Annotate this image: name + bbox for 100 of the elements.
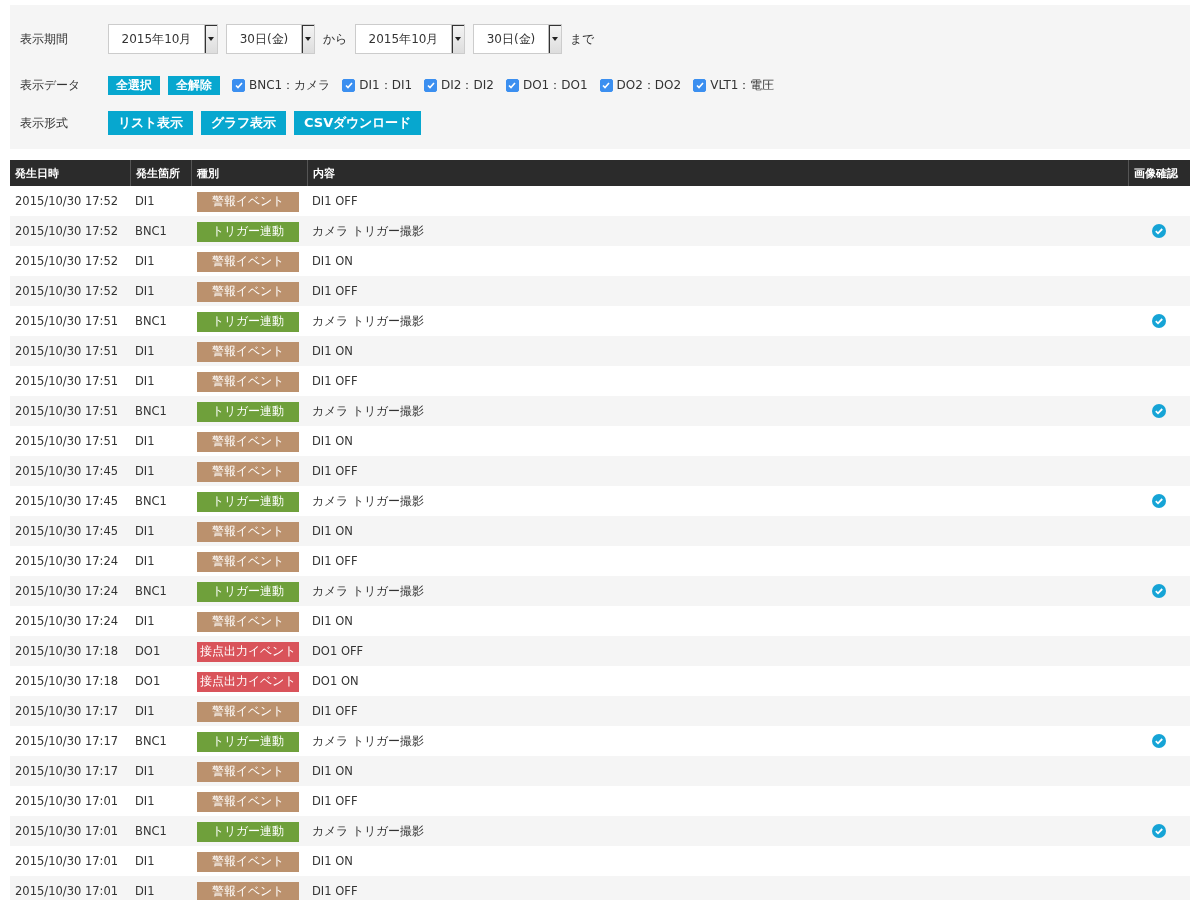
checkbox-label: BNC1：カメラ [249,76,331,94]
place-cell-text: DO1 [134,674,162,688]
check-circle-icon[interactable] [1152,734,1166,748]
checkbox[interactable] [424,78,438,92]
month-select[interactable]: 2015年10月 [108,24,218,54]
list-view-button[interactable]: リスト表示 [108,111,193,135]
content-cell-text: DI1 OFF [311,464,359,478]
event-type-tag: 警報イベント [197,431,299,452]
place-cell-text: DI1 [134,254,156,268]
checkmark-icon [426,81,435,89]
check-circle-icon[interactable] [1152,224,1166,238]
content-cell-text: DI1 ON [311,764,354,778]
check-circle-icon[interactable] [1152,494,1166,508]
place-cell-text: BNC1 [134,734,168,748]
checkmark-icon [508,81,517,89]
event-type-tag: 接点出力イベント [197,641,299,662]
format-label: 表示形式 [20,114,69,132]
checkbox[interactable] [342,78,356,92]
place-cell-text: DI1 [134,794,156,808]
content-cell-text: カメラ トリガー撮影 [311,223,425,239]
place-cell-text: DI1 [134,434,156,448]
csv-download-button[interactable]: CSVダウンロード [294,111,422,135]
period-label: 表示期間 [20,30,69,48]
time-cell-text: 2015/10/30 17:52 [14,224,120,238]
check-circle-icon[interactable] [1152,314,1166,328]
time-cell-text: 2015/10/30 17:45 [14,464,120,478]
event-type-tag: 警報イベント [197,251,299,272]
check-circle-icon[interactable] [1152,824,1166,838]
time-cell-text: 2015/10/30 17:52 [14,254,120,268]
content-cell-text: DI1 ON [311,254,354,268]
event-type-tag: トリガー連動 [197,731,299,752]
check-circle-icon[interactable] [1152,584,1166,598]
caret-icon [455,37,461,41]
content-cell-text: DI1 ON [311,614,354,628]
event-type-tag: 警報イベント [197,281,299,302]
place-cell-text: DO1 [134,644,162,658]
place-cell-text: DI1 [134,464,156,478]
data-label: 表示データ [20,76,81,94]
content-cell-text: DI1 OFF [311,554,359,568]
time-cell-text: 2015/10/30 17:51 [14,344,120,358]
time-cell-text: 2015/10/30 17:17 [14,764,120,778]
month-select[interactable]: 2015年10月 [355,24,465,54]
checkmark-icon [344,81,353,89]
place-cell-text: DI1 [134,764,156,778]
checkbox[interactable] [599,78,613,92]
content-cell-text: DI1 ON [311,344,354,358]
event-type-tag: トリガー連動 [197,401,299,422]
from-text: から [323,30,347,48]
place-cell-text: BNC1 [134,224,168,238]
place-cell-text: DI1 [134,554,156,568]
checkmark-icon [234,81,243,89]
content-cell-text: DI1 OFF [311,794,359,808]
checkbox[interactable] [505,78,519,92]
place-cell-text: DI1 [134,614,156,628]
place-cell-text: DI1 [134,524,156,538]
clear-all-button[interactable]: 全解除 [168,75,220,95]
caret-icon [208,37,214,41]
event-type-tag: トリガー連動 [197,221,299,242]
checkmark-icon [695,81,704,89]
graph-view-button[interactable]: グラフ表示 [201,111,286,135]
checkbox[interactable] [232,78,245,92]
place-cell-text: BNC1 [134,314,168,328]
place-cell-text: BNC1 [134,824,168,838]
until-text: まで [570,30,594,48]
event-type-tag: 警報イベント [197,461,299,482]
place-cell-text: DI1 [134,374,156,388]
place-cell-text: BNC1 [134,494,168,508]
event-type-tag: 警報イベント [197,701,299,722]
place-cell-text: DI1 [134,704,156,718]
time-cell-text: 2015/10/30 17:18 [14,644,120,658]
content-cell-text: カメラ トリガー撮影 [311,313,425,329]
checkbox-label: DO1：DO1 [522,76,588,94]
event-type-tag: 警報イベント [197,761,299,782]
event-type-tag: 接点出力イベント [197,671,299,692]
day-select[interactable]: 30日(金) [473,24,562,54]
checkbox[interactable] [693,78,707,92]
time-cell-text: 2015/10/30 17:52 [14,194,120,208]
event-type-tag: 警報イベント [197,791,299,812]
time-cell-text: 2015/10/30 17:17 [14,704,120,718]
content-cell-text: DI1 OFF [311,284,359,298]
event-type-tag: 警報イベント [197,881,299,900]
check-circle-icon[interactable] [1152,404,1166,418]
day-select[interactable]: 30日(金) [226,24,315,54]
event-type-tag: 警報イベント [197,371,299,392]
time-cell-text: 2015/10/30 17:24 [14,584,120,598]
caret-icon [305,37,311,41]
time-cell-text: 2015/10/30 17:01 [14,794,120,808]
checkmark-icon [602,81,611,89]
event-type-tag: トリガー連動 [197,821,299,842]
time-cell-text: 2015/10/30 17:24 [14,554,120,568]
content-cell-text: カメラ トリガー撮影 [311,583,425,599]
content-cell-text: カメラ トリガー撮影 [311,733,425,749]
event-type-tag: トリガー連動 [197,311,299,332]
time-cell-text: 2015/10/30 17:51 [14,434,120,448]
time-cell-text: 2015/10/30 17:17 [14,734,120,748]
content-cell-text: DO1 ON [311,674,360,688]
select-all-button[interactable]: 全選択 [108,75,160,95]
time-cell-text: 2015/10/30 17:24 [14,614,120,628]
place-cell-text: DI1 [134,884,156,898]
event-type-tag: 警報イベント [197,851,299,872]
